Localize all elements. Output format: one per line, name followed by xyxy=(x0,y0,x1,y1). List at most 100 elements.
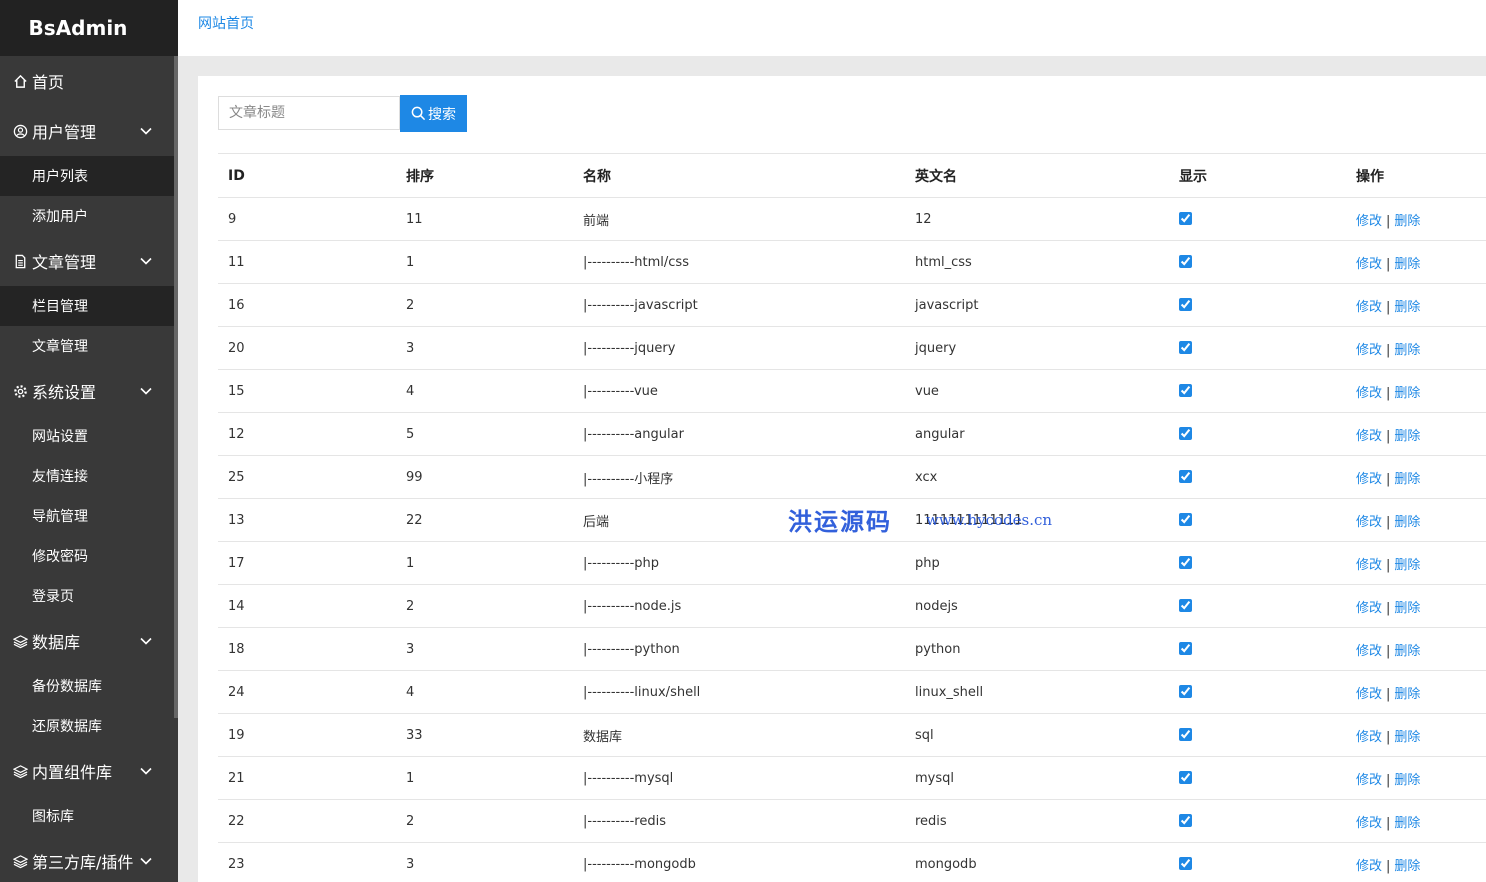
sidebar-item[interactable]: 网站设置 xyxy=(0,416,175,456)
show-checkbox[interactable] xyxy=(1179,297,1192,311)
edit-link[interactable]: 修改 xyxy=(1356,515,1382,530)
cell-sort: 1 xyxy=(396,541,573,585)
edit-link[interactable]: 修改 xyxy=(1356,386,1382,401)
table-row: 22 2 |----------redis redis 修改 | 删除 xyxy=(218,799,1486,843)
show-checkbox[interactable] xyxy=(1179,641,1192,655)
chevron-down-icon xyxy=(139,853,153,867)
sidebar-item[interactable]: 友情连接 xyxy=(0,456,175,496)
show-checkbox[interactable] xyxy=(1179,598,1192,612)
sidebar-group[interactable]: 数据库 xyxy=(0,616,175,666)
sidebar-item[interactable]: 登录页 xyxy=(0,576,175,616)
show-checkbox[interactable] xyxy=(1179,684,1192,698)
cell-actions: 修改 | 删除 xyxy=(1346,498,1486,542)
cell-name: |----------mysql xyxy=(573,756,905,800)
sidebar-group[interactable]: 第三方库/插件 xyxy=(0,836,175,882)
edit-link[interactable]: 修改 xyxy=(1356,816,1382,831)
show-checkbox[interactable] xyxy=(1179,211,1192,225)
edit-link[interactable]: 修改 xyxy=(1356,257,1382,272)
show-checkbox[interactable] xyxy=(1179,727,1192,741)
edit-link[interactable]: 修改 xyxy=(1356,687,1382,702)
edit-link[interactable]: 修改 xyxy=(1356,773,1382,788)
edit-link[interactable]: 修改 xyxy=(1356,472,1382,487)
sidebar-item[interactable]: 还原数据库 xyxy=(0,706,175,746)
show-checkbox[interactable] xyxy=(1179,254,1192,268)
sidebar-group[interactable]: 首页 xyxy=(0,56,175,106)
show-checkbox[interactable] xyxy=(1179,340,1192,354)
delete-link[interactable]: 删除 xyxy=(1394,558,1420,573)
sidebar-item[interactable]: 文章管理 xyxy=(0,326,175,366)
sidebar-item[interactable]: 备份数据库 xyxy=(0,666,175,706)
sidebar-group[interactable]: 系统设置 xyxy=(0,366,175,416)
show-checkbox[interactable] xyxy=(1179,555,1192,569)
sidebar-scrollbar[interactable] xyxy=(174,56,178,718)
show-checkbox[interactable] xyxy=(1179,770,1192,784)
cell-actions: 修改 | 删除 xyxy=(1346,326,1486,370)
delete-link[interactable]: 删除 xyxy=(1394,816,1420,831)
edit-link[interactable]: 修改 xyxy=(1356,429,1382,444)
show-checkbox[interactable] xyxy=(1179,512,1192,526)
show-checkbox[interactable] xyxy=(1179,383,1192,397)
cell-sort: 3 xyxy=(396,627,573,671)
sidebar-group[interactable]: 内置组件库 xyxy=(0,746,175,796)
cell-actions: 修改 | 删除 xyxy=(1346,842,1486,882)
cell-english-name: sql xyxy=(905,713,1169,757)
action-separator: | xyxy=(1386,858,1391,874)
sidebar-item[interactable]: 图标库 xyxy=(0,796,175,836)
edit-link[interactable]: 修改 xyxy=(1356,644,1382,659)
delete-link[interactable]: 删除 xyxy=(1394,859,1420,874)
delete-link[interactable]: 删除 xyxy=(1394,730,1420,745)
edit-link[interactable]: 修改 xyxy=(1356,859,1382,874)
table-row: 16 2 |----------javascript javascript 修改 | 删除 xyxy=(218,283,1486,327)
header-name: 名称 xyxy=(573,153,905,198)
cell-show xyxy=(1169,326,1346,370)
main-content: 搜索 ID 排序 名称 英文名 显示 操作 911前端12修改|删除111|--… xyxy=(198,76,1486,882)
delete-link[interactable]: 删除 xyxy=(1394,687,1420,702)
delete-link[interactable]: 删除 xyxy=(1394,214,1420,229)
table-row: 25 99 |----------小程序 xcx 修改 | 删除 xyxy=(218,455,1486,499)
delete-link[interactable]: 删除 xyxy=(1394,386,1420,401)
cell-actions: 修改 | 删除 xyxy=(1346,670,1486,714)
edit-link[interactable]: 修改 xyxy=(1356,214,1382,229)
sidebar-item[interactable]: 栏目管理 xyxy=(0,286,175,326)
show-checkbox[interactable] xyxy=(1179,426,1192,440)
brand-logo[interactable]: BsAdmin xyxy=(0,0,178,56)
delete-link[interactable]: 删除 xyxy=(1394,515,1420,530)
sidebar-group[interactable]: 用户管理 xyxy=(0,106,175,156)
cell-id: 20 xyxy=(218,326,396,370)
cell-actions: 修改 | 删除 xyxy=(1346,455,1486,499)
show-checkbox[interactable] xyxy=(1179,469,1192,483)
sidebar-item[interactable]: 修改密码 xyxy=(0,536,175,576)
edit-link[interactable]: 修改 xyxy=(1356,300,1382,315)
breadcrumb-home-link[interactable]: 网站首页 xyxy=(198,13,254,33)
edit-link[interactable]: 修改 xyxy=(1356,558,1382,573)
search-bar: 搜索 xyxy=(218,95,467,132)
table-row: 20 3 |----------jquery jquery 修改 | 删除 xyxy=(218,326,1486,370)
sidebar-group[interactable]: 文章管理 xyxy=(0,236,175,286)
edit-link[interactable]: 修改 xyxy=(1356,601,1382,616)
delete-link[interactable]: 删除 xyxy=(1394,300,1420,315)
delete-link[interactable]: 删除 xyxy=(1394,343,1420,358)
delete-link[interactable]: 删除 xyxy=(1394,773,1420,788)
cell-id: 12 xyxy=(218,412,396,456)
delete-link[interactable]: 删除 xyxy=(1394,644,1420,659)
edit-link[interactable]: 修改 xyxy=(1356,730,1382,745)
show-checkbox[interactable] xyxy=(1179,856,1192,870)
delete-link[interactable]: 删除 xyxy=(1394,472,1420,487)
show-checkbox[interactable] xyxy=(1179,813,1192,827)
cell-sort: 3 xyxy=(396,842,573,882)
cell-name: |----------小程序 xyxy=(573,455,905,499)
header-actions: 操作 xyxy=(1346,153,1486,198)
search-input[interactable] xyxy=(218,96,400,130)
delete-link[interactable]: 删除 xyxy=(1394,429,1420,444)
sidebar-item[interactable]: 添加用户 xyxy=(0,196,175,236)
cell-name: |----------mongodb xyxy=(573,842,905,882)
table-row: 19 33 数据库 sql 修改 | 删除 xyxy=(218,713,1486,757)
delete-link[interactable]: 删除 xyxy=(1394,601,1420,616)
sidebar-item[interactable]: 导航管理 xyxy=(0,496,175,536)
edit-link[interactable]: 修改 xyxy=(1356,343,1382,358)
delete-link[interactable]: 删除 xyxy=(1394,257,1420,272)
search-button[interactable]: 搜索 xyxy=(400,95,467,132)
sidebar-item[interactable]: 用户列表 xyxy=(0,156,175,196)
action-separator: | xyxy=(1386,213,1391,229)
sidebar: BsAdmin 首页 用户管理 用户列表 添加用户 文章管理 栏目管理 文章管理 系统设置 网站… xyxy=(0,0,178,882)
